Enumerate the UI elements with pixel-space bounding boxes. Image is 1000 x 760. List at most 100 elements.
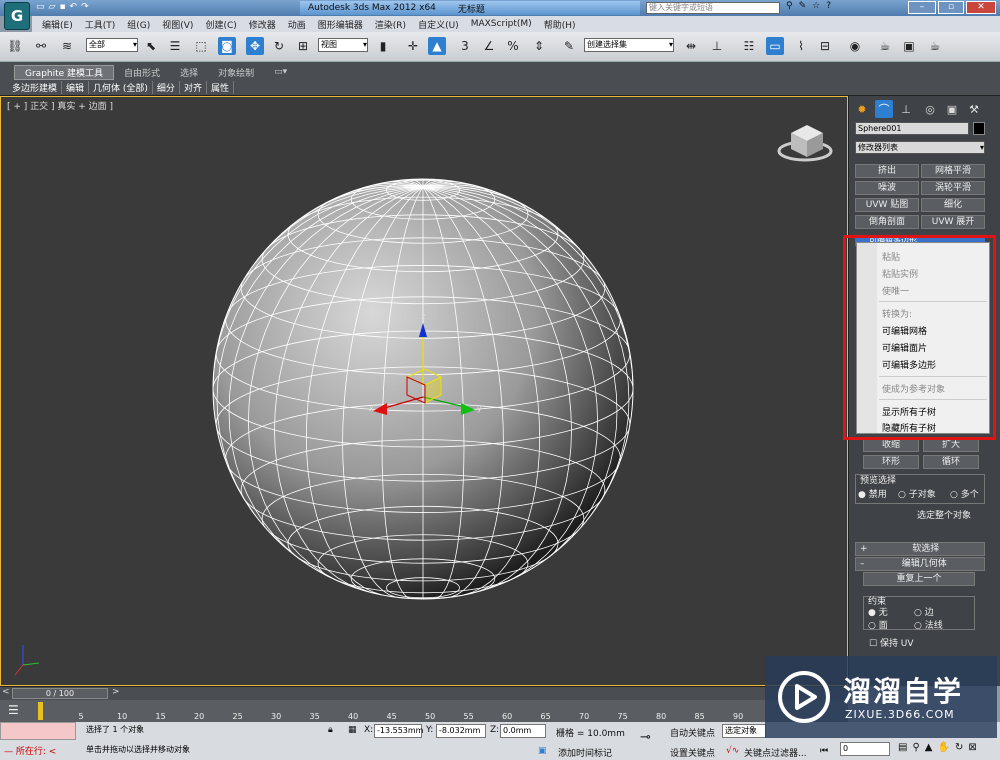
zoom-icon[interactable]: ⚲ — [912, 742, 919, 753]
time-slider[interactable]: < 0 / 100 > — [0, 686, 848, 700]
goto-start-icon[interactable]: ⏮ — [820, 746, 828, 756]
select-move-icon[interactable]: ✥ — [246, 37, 264, 55]
subtab-geometry[interactable]: 几何体 (全部) — [89, 81, 153, 94]
render-production-icon[interactable]: ☕ — [926, 37, 944, 55]
percent-snap-icon[interactable]: % — [504, 37, 522, 55]
menu-maxscript[interactable]: MAXScript(M) — [471, 19, 532, 29]
selection-filter-dropdown[interactable]: 全部 ▾ — [86, 38, 138, 52]
preview-disabled-radio[interactable]: ● 禁用 — [858, 487, 887, 500]
noise-button[interactable]: 噪波 — [855, 181, 919, 195]
open-file-icon[interactable]: ▱ — [49, 2, 56, 12]
app-logo[interactable]: G — [4, 2, 30, 30]
menu-views[interactable]: 视图(V) — [162, 18, 193, 31]
link-icon[interactable]: ⛓ — [6, 37, 24, 55]
unlink-icon[interactable]: ⚯ — [32, 37, 50, 55]
loop-button[interactable]: 循环 — [923, 455, 979, 469]
uvw-map-button[interactable]: UVW 贴图 — [855, 198, 919, 212]
time-config-icon[interactable]: ▤ — [898, 742, 907, 753]
restore-button[interactable]: ▫ — [938, 1, 964, 14]
select-object-icon[interactable]: ⬉ — [142, 37, 160, 55]
align-icon[interactable]: ⊥ — [708, 37, 726, 55]
menu-modifiers[interactable]: 修改器 — [249, 18, 276, 31]
object-name-field[interactable]: Sphere001 — [855, 122, 969, 135]
field-of-view-icon[interactable]: ▲ — [925, 742, 933, 753]
next-frame-icon[interactable]: > — [112, 687, 120, 697]
menu-create[interactable]: 创建(C) — [205, 18, 236, 31]
absolute-mode-icon[interactable]: ▦ — [348, 725, 357, 735]
time-tag-icon[interactable]: ▣ — [538, 746, 547, 756]
undo-icon[interactable]: ↶ — [70, 2, 78, 12]
rendered-frame-icon[interactable]: ▣ — [900, 37, 918, 55]
angle-snap-icon[interactable]: ∠ — [480, 37, 498, 55]
repeat-last-button[interactable]: 重复上一个 — [863, 572, 975, 586]
sphere-object[interactable] — [212, 178, 634, 600]
tab-graphite[interactable]: Graphite 建模工具 — [14, 64, 115, 80]
preserve-uv-checkbox[interactable]: ☐ 保持 UV — [869, 636, 914, 649]
layer-manager-icon[interactable]: ☷ — [740, 37, 758, 55]
select-by-name-icon[interactable]: ☰ — [166, 37, 184, 55]
keyboard-shortcut-override-icon[interactable]: ▲ — [428, 37, 446, 55]
constraint-none-radio[interactable]: ● 无 — [868, 605, 888, 618]
tab-freeform[interactable]: 自由形式 — [114, 66, 170, 79]
preview-multi-radio[interactable]: ○ 多个 — [950, 487, 979, 500]
select-scale-icon[interactable]: ⊞ — [294, 37, 312, 55]
menu-rendering[interactable]: 渲染(R) — [375, 18, 406, 31]
star-icon[interactable]: ☆ — [812, 1, 820, 11]
edit-named-selection-icon[interactable]: ✎ — [560, 37, 578, 55]
new-file-icon[interactable]: ▭ — [36, 2, 45, 12]
display-tab-icon[interactable]: ▣ — [943, 100, 961, 118]
reference-coord-dropdown[interactable]: 视图 ▾ — [318, 38, 368, 52]
bind-space-warp-icon[interactable]: ≋ — [58, 37, 76, 55]
wrench-icon[interactable]: ✎ — [799, 1, 807, 11]
viewport-front[interactable]: [ + ] 正交 ] 真实 + 边面 ] z x y — [0, 96, 848, 686]
auto-key-button[interactable]: 自动关键点 — [670, 726, 715, 739]
help-icon[interactable]: ? — [826, 1, 831, 11]
named-selection-dropdown[interactable]: 创建选择集 ▾ — [584, 38, 674, 52]
utilities-tab-icon[interactable]: ⚒ — [965, 100, 983, 118]
menu-edit[interactable]: 编辑(E) — [42, 18, 73, 31]
shrink-button[interactable]: 收缩 — [863, 438, 919, 452]
unwrap-uvw-button[interactable]: UVW 展开 — [921, 215, 985, 229]
subtab-edit[interactable]: 编辑 — [62, 81, 90, 94]
render-setup-icon[interactable]: ☕ — [876, 37, 894, 55]
save-icon[interactable]: ▪ — [59, 2, 65, 12]
add-time-tag-button[interactable]: 添加时间标记 — [558, 746, 612, 759]
maxscript-listener[interactable] — [0, 722, 76, 740]
track-bar-menu-icon[interactable]: ☰ — [8, 703, 19, 717]
current-frame-field[interactable]: 0 — [840, 742, 890, 756]
viewcube[interactable] — [777, 125, 833, 162]
z-coord-field[interactable]: 0.0mm — [500, 724, 546, 738]
modifier-list-dropdown[interactable]: 修改器列表 ▾ — [855, 141, 985, 154]
soft-selection-rollout[interactable]: + 软选择 — [855, 542, 985, 556]
select-rotate-icon[interactable]: ↻ — [270, 37, 288, 55]
prev-frame-icon[interactable]: < — [2, 687, 10, 697]
mirror-icon[interactable]: ⇹ — [682, 37, 700, 55]
extrude-button[interactable]: 挤出 — [855, 164, 919, 178]
menu-animation[interactable]: 动画 — [288, 18, 306, 31]
material-editor-icon[interactable]: ◉ — [846, 37, 864, 55]
track-bar[interactable]: ☰ 051015202530354045505560657075808590 — [0, 700, 848, 722]
meshsmooth-button[interactable]: 网格平滑 — [921, 164, 985, 178]
viewport-canvas[interactable]: z x y — [1, 97, 847, 685]
subtab-subdivision[interactable]: 细分 — [153, 81, 180, 94]
pan-icon[interactable]: ✋ — [937, 742, 949, 753]
curve-editor-icon[interactable]: ⌇ — [792, 37, 810, 55]
key-icon[interactable]: ⊸ — [640, 730, 651, 745]
menu-graph-editors[interactable]: 图形编辑器 — [318, 18, 363, 31]
menu-help[interactable]: 帮助(H) — [544, 18, 576, 31]
menu-tools[interactable]: 工具(T) — [85, 18, 116, 31]
subtab-align[interactable]: 对齐 — [180, 81, 207, 94]
tab-object-paint[interactable]: 对象绘制 — [208, 66, 264, 79]
x-coord-field[interactable]: -13.553mm — [374, 724, 423, 738]
menu-customize[interactable]: 自定义(U) — [418, 18, 459, 31]
rectangle-selection-icon[interactable]: ⬚ — [192, 37, 210, 55]
close-button[interactable]: ✕ — [966, 1, 996, 14]
selected-objects-dropdown[interactable]: 选定对象 — [722, 724, 766, 738]
orbit-icon[interactable]: ↻ — [955, 742, 963, 753]
minimize-button[interactable]: – — [908, 1, 936, 14]
object-color-swatch[interactable] — [973, 122, 985, 135]
constraint-face-radio[interactable]: ○ 面 — [868, 618, 888, 631]
constraint-edge-radio[interactable]: ○ 边 — [914, 605, 934, 618]
bevel-profile-button[interactable]: 倒角剖面 — [855, 215, 919, 229]
search-input[interactable]: 键入关键字或短语 — [646, 2, 780, 14]
